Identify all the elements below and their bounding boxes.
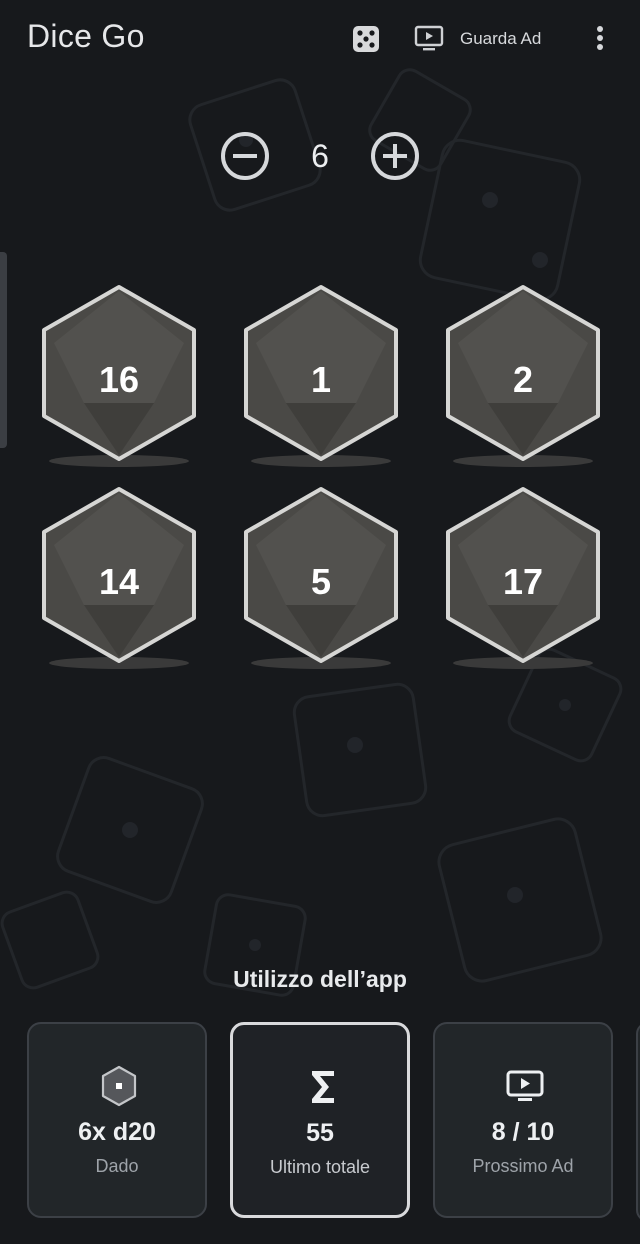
minus-circle-icon: [221, 132, 269, 180]
plus-circle-icon: [371, 132, 419, 180]
die-value: 17: [502, 561, 544, 602]
usage-card-label: Dado: [95, 1156, 139, 1176]
die-value: 1: [310, 359, 332, 400]
die-d20[interactable]: 17: [438, 485, 608, 675]
die-d20[interactable]: 14: [34, 485, 204, 675]
watch-ad-button[interactable]: Guarda Ad: [414, 22, 541, 56]
die-value: 5: [310, 561, 332, 602]
usage-card-value: 6x d20: [78, 1118, 156, 1146]
die-value: 14: [98, 561, 140, 602]
usage-card-dice[interactable]: 6x d20 Dado: [27, 1022, 207, 1218]
usage-section-title: Utilizzo dell’app: [233, 966, 407, 992]
die-d20[interactable]: 1: [236, 283, 406, 473]
die-value: 2: [512, 359, 534, 400]
side-drawer-handle[interactable]: [0, 252, 7, 448]
app-bar: Dice Go Guarda Ad: [0, 0, 640, 76]
die-d20[interactable]: 16: [34, 283, 204, 473]
more-options-button[interactable]: [588, 22, 612, 54]
usage-card-peek[interactable]: [636, 1022, 640, 1222]
more-vertical-icon: [597, 26, 603, 50]
usage-card-next-ad[interactable]: 8 / 10 Prossimo Ad: [433, 1022, 613, 1218]
die-d20[interactable]: 5: [236, 485, 406, 675]
decrease-button[interactable]: [220, 131, 270, 181]
usage-card-value: 8 / 10: [491, 1118, 555, 1146]
tv-play-icon: [505, 1064, 545, 1108]
usage-card-label: Ultimo totale: [269, 1157, 371, 1177]
die-value: 16: [98, 359, 140, 400]
d20-hex-icon: [99, 1064, 139, 1108]
app-title: Dice Go: [27, 18, 145, 54]
die-d20[interactable]: 2: [438, 283, 608, 473]
dice-count-value: 6: [311, 138, 329, 174]
dice-five-icon[interactable]: [351, 24, 381, 54]
usage-card-label: Prossimo Ad: [472, 1156, 574, 1176]
tv-play-icon: [414, 25, 444, 51]
dice-count-stepper: 6: [220, 128, 420, 184]
watch-ad-label: Guarda Ad: [460, 29, 542, 48]
increase-button[interactable]: [370, 131, 420, 181]
usage-card-value: 55: [306, 1119, 334, 1147]
usage-card-total[interactable]: 55 Ultimo totale: [230, 1022, 410, 1218]
sigma-icon: [303, 1065, 343, 1109]
